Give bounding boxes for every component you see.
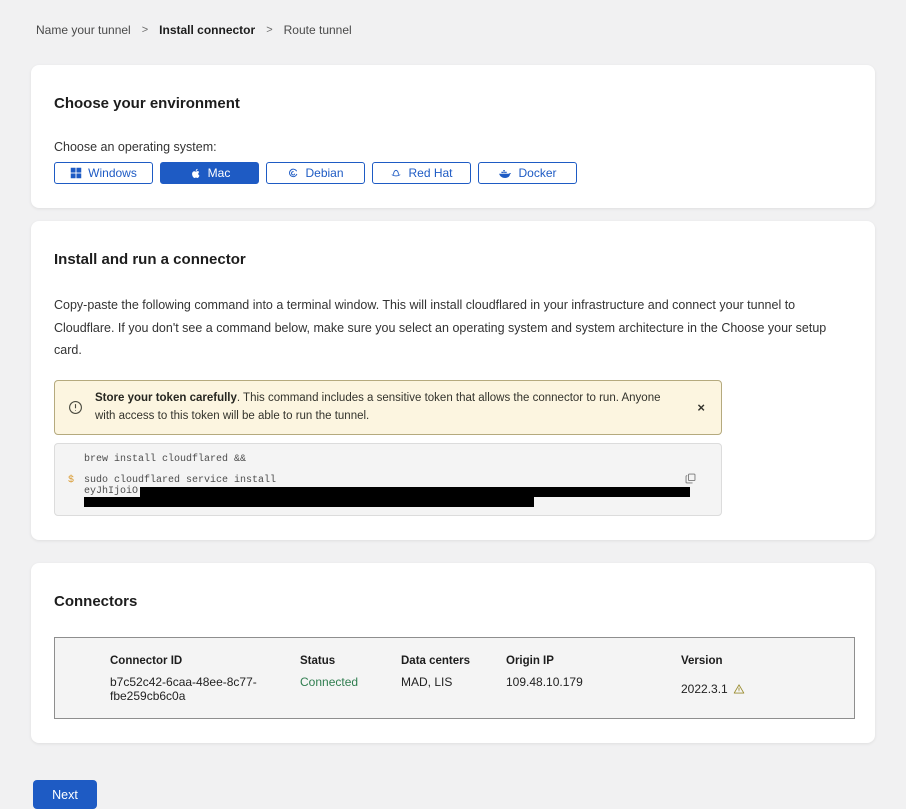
redacted-token-bar xyxy=(84,497,534,507)
os-button-label: Red Hat xyxy=(408,166,452,180)
install-connector-title: Install and run a connector xyxy=(54,251,851,268)
command-line-2: sudo cloudflared service install xyxy=(84,475,276,486)
apple-icon xyxy=(189,167,202,180)
connector-data-centers-value: MAD, LIS xyxy=(401,675,506,703)
redhat-icon xyxy=(390,167,402,179)
version-warning-icon xyxy=(733,683,745,695)
os-button-windows[interactable]: Windows xyxy=(54,162,153,184)
connectors-table-header: Connector ID Status Data centers Origin … xyxy=(55,655,854,667)
os-button-label: Debian xyxy=(305,166,343,180)
breadcrumb-separator: > xyxy=(142,24,148,36)
command-token-line-2 xyxy=(84,497,534,511)
os-button-debian[interactable]: Debian xyxy=(266,162,365,184)
header-data-centers: Data centers xyxy=(401,655,506,667)
token-warning-title: Store your token carefully xyxy=(95,392,237,404)
redacted-token-bar xyxy=(140,487,690,497)
connector-origin-ip-value: 109.48.10.179 xyxy=(506,675,681,703)
header-origin-ip: Origin IP xyxy=(506,655,681,667)
connectors-title: Connectors xyxy=(54,593,851,610)
close-icon[interactable]: × xyxy=(693,399,709,416)
header-version: Version xyxy=(681,655,854,667)
connector-version-value: 2022.3.1 xyxy=(681,675,854,703)
debian-icon xyxy=(287,167,299,179)
token-warning-text: Store your token carefully. This command… xyxy=(95,389,663,427)
os-select-label: Choose an operating system: xyxy=(54,140,851,154)
docker-icon xyxy=(498,168,512,179)
terminal-prompt: $ xyxy=(68,475,74,486)
os-button-mac[interactable]: Mac xyxy=(160,162,259,184)
tunnel-setup-page: Name your tunnel > Install connector > R… xyxy=(0,0,906,740)
header-status: Status xyxy=(300,655,401,667)
os-button-redhat[interactable]: Red Hat xyxy=(372,162,471,184)
version-number: 2022.3.1 xyxy=(681,682,728,696)
breadcrumb: Name your tunnel > Install connector > R… xyxy=(0,0,906,37)
connector-row: b7c52c42-6caa-48ee-8c77-fbe259cb6c0a Con… xyxy=(55,675,854,703)
os-button-label: Windows xyxy=(88,166,137,180)
alert-circle-icon xyxy=(68,400,83,415)
token-warning-banner: Store your token carefully. This command… xyxy=(54,380,722,436)
header-connector-id: Connector ID xyxy=(55,655,300,667)
breadcrumb-step-name-tunnel[interactable]: Name your tunnel xyxy=(36,23,131,37)
command-line-1: brew install cloudflared && xyxy=(84,454,246,465)
connectors-table: Connector ID Status Data centers Origin … xyxy=(54,637,855,719)
install-command-code-block: $ brew install cloudflared && sudo cloud… xyxy=(54,443,722,516)
breadcrumb-separator: > xyxy=(266,24,272,36)
os-button-label: Docker xyxy=(518,166,556,180)
breadcrumb-step-install-connector[interactable]: Install connector xyxy=(159,23,255,37)
breadcrumb-step-route-tunnel[interactable]: Route tunnel xyxy=(284,23,352,37)
install-connector-card: Install and run a connector Copy-paste t… xyxy=(31,221,875,540)
choose-environment-card: Choose your environment Choose an operat… xyxy=(31,65,875,208)
copy-icon[interactable] xyxy=(682,470,699,487)
connector-status-badge: Connected xyxy=(300,675,401,703)
connectors-card: Connectors Connector ID Status Data cent… xyxy=(31,563,875,743)
os-button-label: Mac xyxy=(208,166,231,180)
choose-environment-title: Choose your environment xyxy=(54,95,851,112)
command-token-line: eyJhIjoiO xyxy=(84,486,690,497)
windows-icon xyxy=(70,167,82,179)
next-button[interactable]: Next xyxy=(33,780,97,809)
os-button-row: Windows Mac Debian Red Hat xyxy=(54,162,851,184)
connector-id-value: b7c52c42-6caa-48ee-8c77-fbe259cb6c0a xyxy=(55,675,300,703)
os-button-docker[interactable]: Docker xyxy=(478,162,577,184)
token-prefix: eyJhIjoiO xyxy=(84,486,138,497)
install-description: Copy-paste the following command into a … xyxy=(54,294,849,362)
